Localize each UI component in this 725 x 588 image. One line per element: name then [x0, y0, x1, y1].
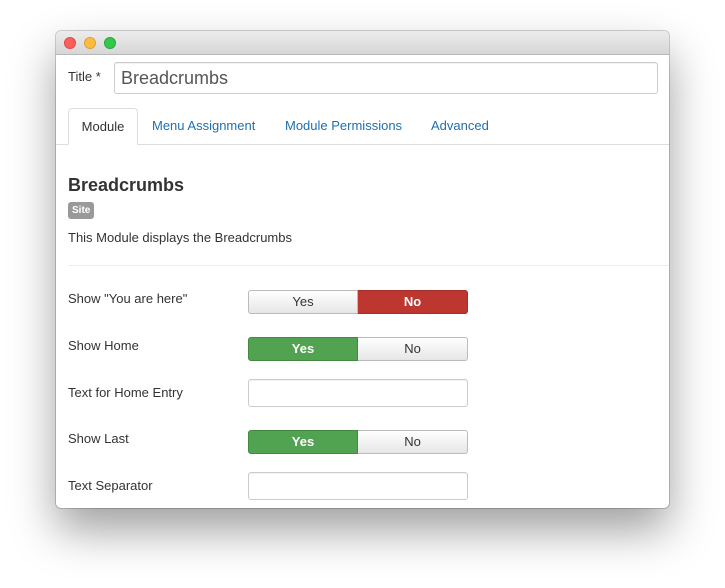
show-home-toggle: Yes No: [248, 337, 468, 361]
tab-advanced[interactable]: Advanced: [431, 108, 489, 144]
show-home-no-button[interactable]: No: [358, 337, 468, 361]
text-separator-input[interactable]: [248, 472, 468, 500]
show-last-no-button[interactable]: No: [358, 430, 468, 454]
show-you-are-here-yes-button[interactable]: Yes: [248, 290, 358, 314]
text-home-entry-label: Text for Home Entry: [68, 385, 183, 400]
show-home-label: Show Home: [68, 338, 139, 353]
window-maximize-button[interactable]: [104, 37, 116, 49]
show-you-are-here-toggle: Yes No: [248, 290, 468, 314]
text-separator-label: Text Separator: [68, 478, 153, 493]
window-minimize-button[interactable]: [84, 37, 96, 49]
module-heading: Breadcrumbs: [68, 175, 185, 195]
show-last-label: Show Last: [68, 431, 129, 446]
title-label: Title *: [68, 69, 101, 84]
show-you-are-here-label: Show "You are here": [68, 291, 188, 306]
tab-module-permissions[interactable]: Module Permissions: [285, 108, 402, 144]
tab-menu-assignment[interactable]: Menu Assignment: [152, 108, 255, 144]
window-titlebar: [56, 31, 669, 55]
window-close-button[interactable]: [64, 37, 76, 49]
section-divider: [68, 265, 669, 266]
module-edit-form: Title * Module Menu Assignment Module Pe…: [56, 55, 669, 508]
show-last-yes-button[interactable]: Yes: [248, 430, 358, 454]
tab-bar: Module Menu Assignment Module Permission…: [56, 108, 669, 145]
show-home-yes-button[interactable]: Yes: [248, 337, 358, 361]
show-you-are-here-no-button[interactable]: No: [358, 290, 468, 314]
app-window: Title * Module Menu Assignment Module Pe…: [56, 31, 669, 508]
site-badge: Site: [68, 202, 95, 219]
show-last-toggle: Yes No: [248, 430, 468, 454]
tab-module[interactable]: Module: [68, 108, 138, 145]
title-input[interactable]: [114, 62, 658, 94]
module-description: This Module displays the Breadcrumbs: [68, 230, 292, 245]
text-home-entry-input[interactable]: [248, 379, 468, 407]
